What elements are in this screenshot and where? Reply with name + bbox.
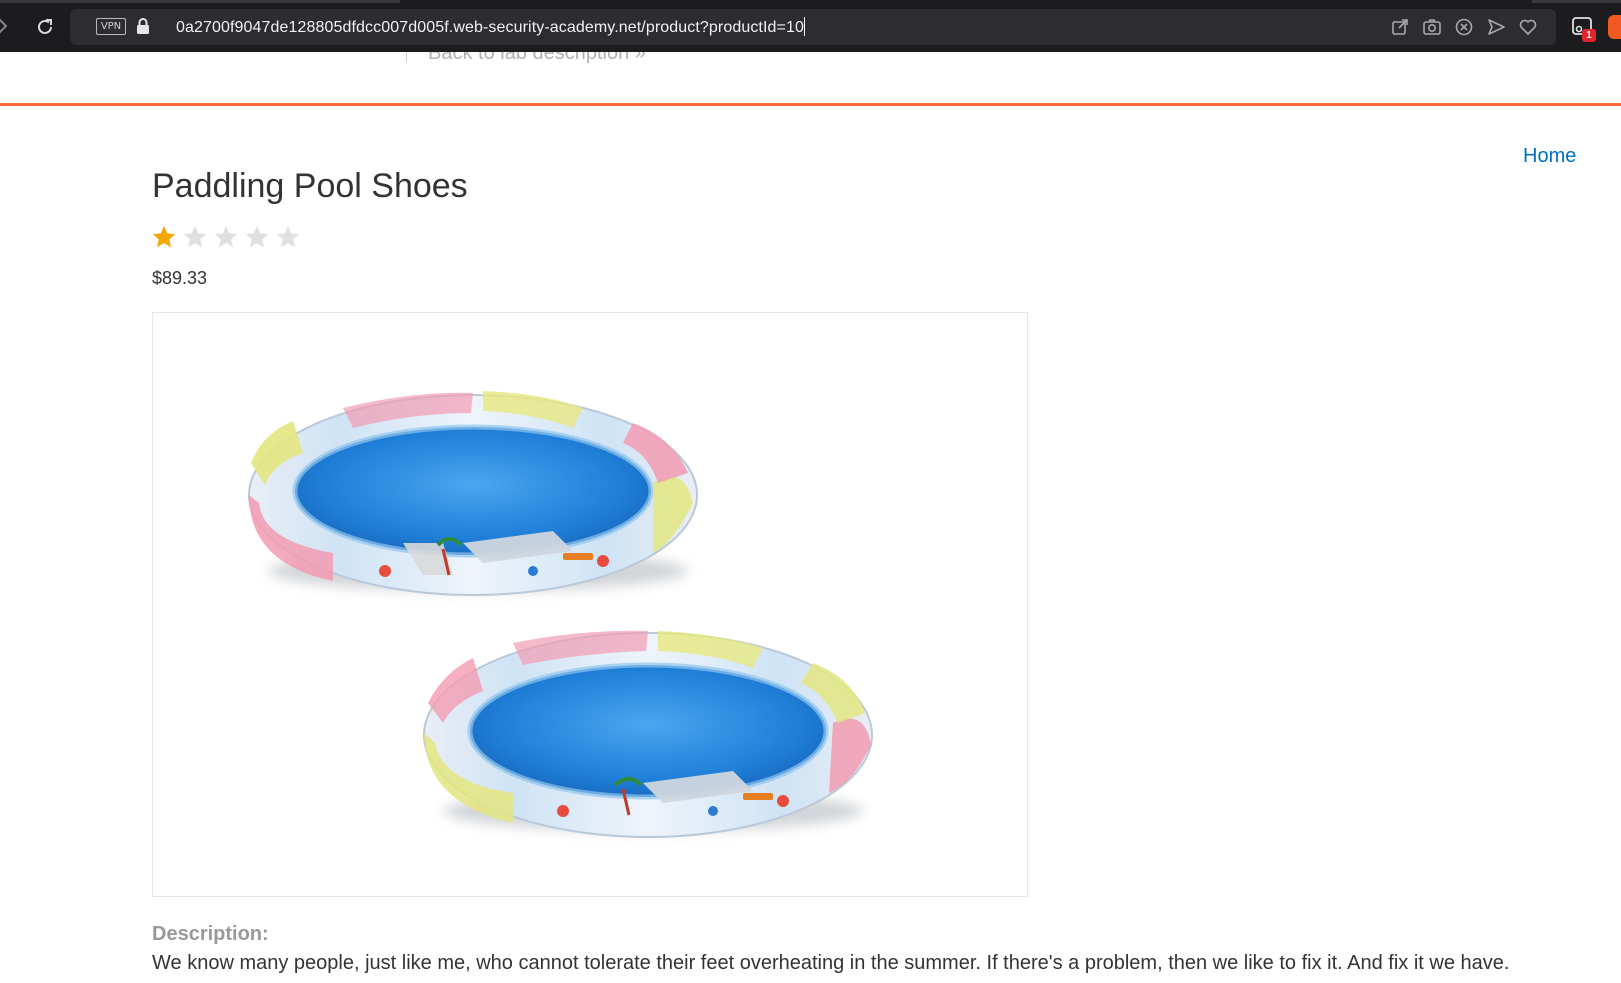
product-image bbox=[152, 312, 1028, 897]
product-description: We know many people, just like me, who c… bbox=[152, 952, 1510, 974]
send-icon[interactable] bbox=[1486, 17, 1506, 37]
url-text[interactable]: 0a2700f9047de128805dfdcc007d005f.web-sec… bbox=[176, 19, 804, 36]
share-icon[interactable] bbox=[1390, 17, 1410, 37]
pool-one bbox=[248, 391, 698, 596]
lab-header: Back to lab description » bbox=[0, 52, 1621, 104]
star-empty-icon bbox=[214, 225, 238, 248]
lock-icon[interactable] bbox=[136, 17, 150, 35]
vpn-badge[interactable]: VPN bbox=[96, 18, 126, 35]
product-price: $89.33 bbox=[152, 268, 208, 288]
description-label: Description: bbox=[152, 923, 269, 945]
camera-icon[interactable] bbox=[1422, 17, 1442, 37]
back-arrow-icon[interactable] bbox=[0, 17, 7, 35]
product-title: Paddling Pool Shoes bbox=[152, 167, 468, 205]
header-divider bbox=[406, 52, 407, 62]
star-empty-icon bbox=[183, 225, 207, 248]
back-to-lab-link[interactable]: Back to lab description » bbox=[428, 52, 646, 65]
pool-two bbox=[423, 630, 873, 838]
paddling-pool-illustration bbox=[248, 391, 873, 838]
extension-badge: 1 bbox=[1582, 29, 1596, 42]
tab-strip bbox=[0, 0, 400, 3]
text-caret bbox=[803, 17, 805, 36]
star-filled-icon bbox=[152, 225, 176, 248]
heart-icon[interactable] bbox=[1518, 17, 1538, 37]
url-input[interactable]: 0a2700f9047de128805dfdcc007d005f.web-sec… bbox=[176, 17, 805, 37]
close-circle-icon[interactable] bbox=[1454, 17, 1474, 37]
home-link[interactable]: Home bbox=[1523, 145, 1576, 168]
browser-toolbar: VPN 0a2700f9047de128805dfdcc007d005f.web… bbox=[0, 0, 1621, 52]
browser-menu-button[interactable] bbox=[1608, 15, 1621, 39]
tab-strip-right bbox=[1532, 0, 1621, 3]
star-rating bbox=[151, 224, 301, 250]
star-empty-icon bbox=[276, 225, 300, 248]
star-empty-icon bbox=[245, 225, 269, 248]
address-bar[interactable]: VPN 0a2700f9047de128805dfdcc007d005f.web… bbox=[70, 9, 1556, 45]
reload-icon[interactable] bbox=[34, 16, 56, 38]
header-accent-rule bbox=[0, 103, 1621, 106]
